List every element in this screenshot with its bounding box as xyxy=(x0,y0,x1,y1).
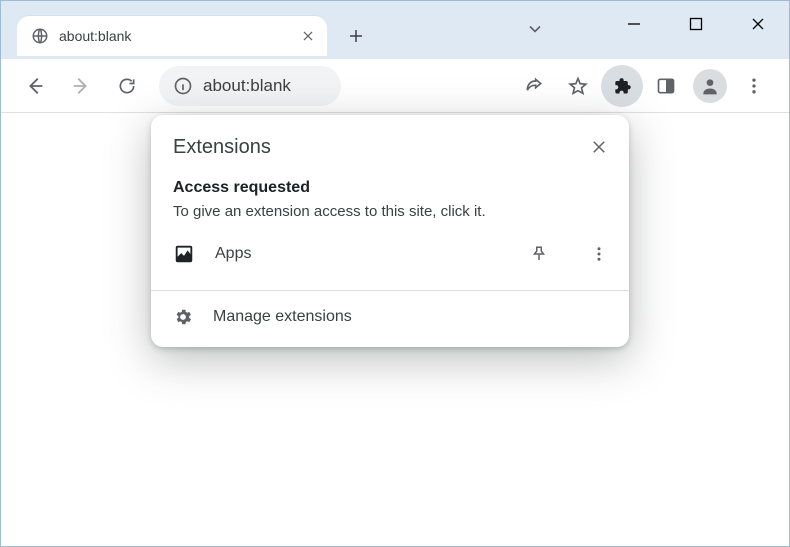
tabstrip: about:blank xyxy=(1,13,373,59)
titlebar: about:blank xyxy=(1,1,789,59)
window-maximize-button[interactable] xyxy=(665,1,727,47)
popup-title: Extensions xyxy=(173,136,583,159)
chrome-menu-button[interactable] xyxy=(733,65,775,107)
manage-extensions-label: Manage extensions xyxy=(213,308,352,326)
window-close-button[interactable] xyxy=(727,1,789,47)
new-tab-button[interactable] xyxy=(339,19,373,53)
browser-tab[interactable]: about:blank xyxy=(17,16,327,56)
extension-row[interactable]: Apps xyxy=(151,220,629,290)
page-content: Extensions Access requested To give an e… xyxy=(1,113,789,546)
back-button[interactable] xyxy=(15,66,55,106)
forward-button[interactable] xyxy=(61,66,101,106)
window-controls xyxy=(603,1,789,47)
reload-button[interactable] xyxy=(107,66,147,106)
popup-section-body: To give an extension access to this site… xyxy=(173,203,607,220)
manage-extensions-button[interactable]: Manage extensions xyxy=(151,291,629,343)
extension-name: Apps xyxy=(215,245,499,263)
profile-button[interactable] xyxy=(693,69,727,103)
site-info-icon[interactable] xyxy=(173,76,193,96)
window-minimize-button[interactable] xyxy=(603,1,665,47)
bookmark-button[interactable] xyxy=(557,65,599,107)
share-button[interactable] xyxy=(513,65,555,107)
toolbar-actions xyxy=(513,65,775,107)
url-input[interactable] xyxy=(203,76,327,96)
extensions-popup: Extensions Access requested To give an e… xyxy=(151,115,629,347)
extension-menu-button[interactable] xyxy=(579,234,619,274)
tab-title: about:blank xyxy=(59,28,289,44)
omnibox[interactable] xyxy=(159,66,341,106)
globe-icon xyxy=(31,27,49,45)
toolbar xyxy=(1,59,789,113)
tab-search-button[interactable] xyxy=(525,19,545,39)
extensions-button[interactable] xyxy=(601,65,643,107)
side-panel-button[interactable] xyxy=(645,65,687,107)
gear-icon xyxy=(173,307,193,327)
apps-extension-icon xyxy=(173,243,195,265)
popup-close-button[interactable] xyxy=(583,131,615,163)
popup-section-title: Access requested xyxy=(173,179,607,197)
tab-close-button[interactable] xyxy=(299,27,317,45)
pin-extension-button[interactable] xyxy=(519,234,559,274)
